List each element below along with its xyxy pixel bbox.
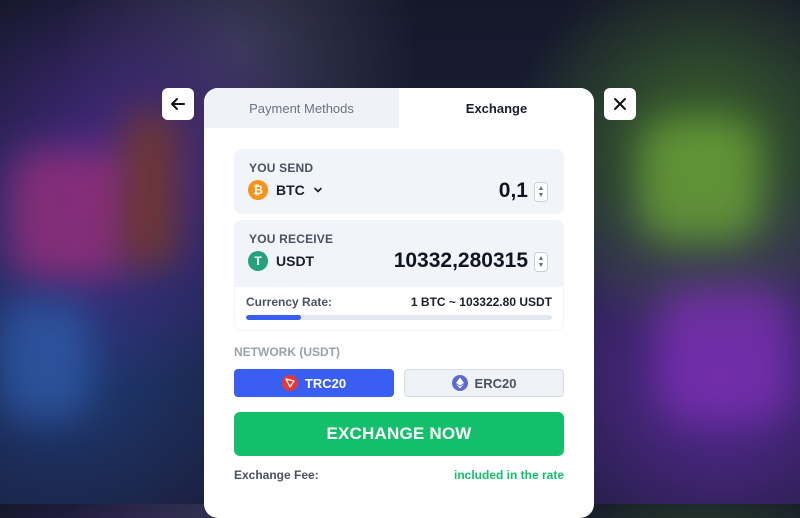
currency-rate-label: Currency Rate: (246, 295, 333, 309)
receive-panel: YOU RECEIVE T USDT 10332,280315 ▲ ▼ Curr… (234, 220, 564, 331)
tab-exchange[interactable]: Exchange (399, 88, 594, 128)
tron-icon (281, 375, 298, 391)
network-label: NETWORK (USDT) (234, 345, 340, 359)
receive-currency-label: USDT (276, 253, 315, 269)
send-currency-select[interactable]: ₿ BTC (248, 180, 323, 200)
receive-currency: T USDT (248, 251, 314, 271)
background-blur (10, 150, 130, 280)
stepper-up-icon: ▲ (537, 185, 545, 192)
bitcoin-icon: ₿ (248, 180, 268, 200)
receive-amount-input[interactable]: 10332,280315 (394, 249, 528, 273)
close-icon (614, 98, 626, 110)
exchange-modal: Payment Methods Exchange YOU SEND ₿ BTC … (204, 88, 594, 518)
back-button[interactable] (162, 88, 194, 120)
stepper-down-icon: ▼ (537, 192, 545, 199)
tab-bar: Payment Methods Exchange (204, 88, 594, 128)
send-amount-input[interactable]: 0,1 (499, 179, 528, 203)
tab-payment-methods[interactable]: Payment Methods (204, 88, 399, 128)
stepper-down-icon: ▼ (537, 262, 545, 269)
ethereum-icon (451, 375, 468, 391)
chevron-down-icon (313, 187, 322, 193)
currency-rate-section: Currency Rate: 1 BTC ~ 103322.80 USDT (235, 287, 563, 330)
send-panel: YOU SEND ₿ BTC 0,1 ▲ ▼ (234, 149, 564, 214)
receive-label: YOU RECEIVE (249, 232, 334, 246)
background-blur (120, 110, 180, 270)
close-button[interactable] (604, 88, 636, 120)
exchange-fee-label: Exchange Fee: (234, 468, 319, 482)
background-blur (0, 300, 90, 420)
rate-timer-fill (246, 315, 302, 320)
exchange-fee-value: included in the rate (453, 468, 564, 482)
send-label: YOU SEND (249, 161, 314, 175)
background-blur (640, 120, 760, 240)
network-option-trc20[interactable]: TRC20 (234, 369, 394, 397)
send-amount-stepper[interactable]: ▲ ▼ (534, 182, 548, 202)
tether-icon: T (248, 251, 268, 271)
network-option-label: ERC20 (474, 375, 517, 391)
currency-rate-value: 1 BTC ~ 103322.80 USDT (410, 295, 552, 309)
network-option-label: TRC20 (304, 375, 347, 391)
rate-timer-bar (246, 315, 552, 320)
stepper-up-icon: ▲ (537, 255, 545, 262)
send-currency: BTC (276, 182, 305, 198)
receive-amount-stepper[interactable]: ▲ ▼ (534, 252, 548, 272)
exchange-now-button[interactable]: EXCHANGE NOW (234, 412, 564, 456)
background-blur (660, 290, 790, 420)
arrow-left-icon (171, 98, 185, 110)
network-option-erc20[interactable]: ERC20 (404, 369, 564, 397)
